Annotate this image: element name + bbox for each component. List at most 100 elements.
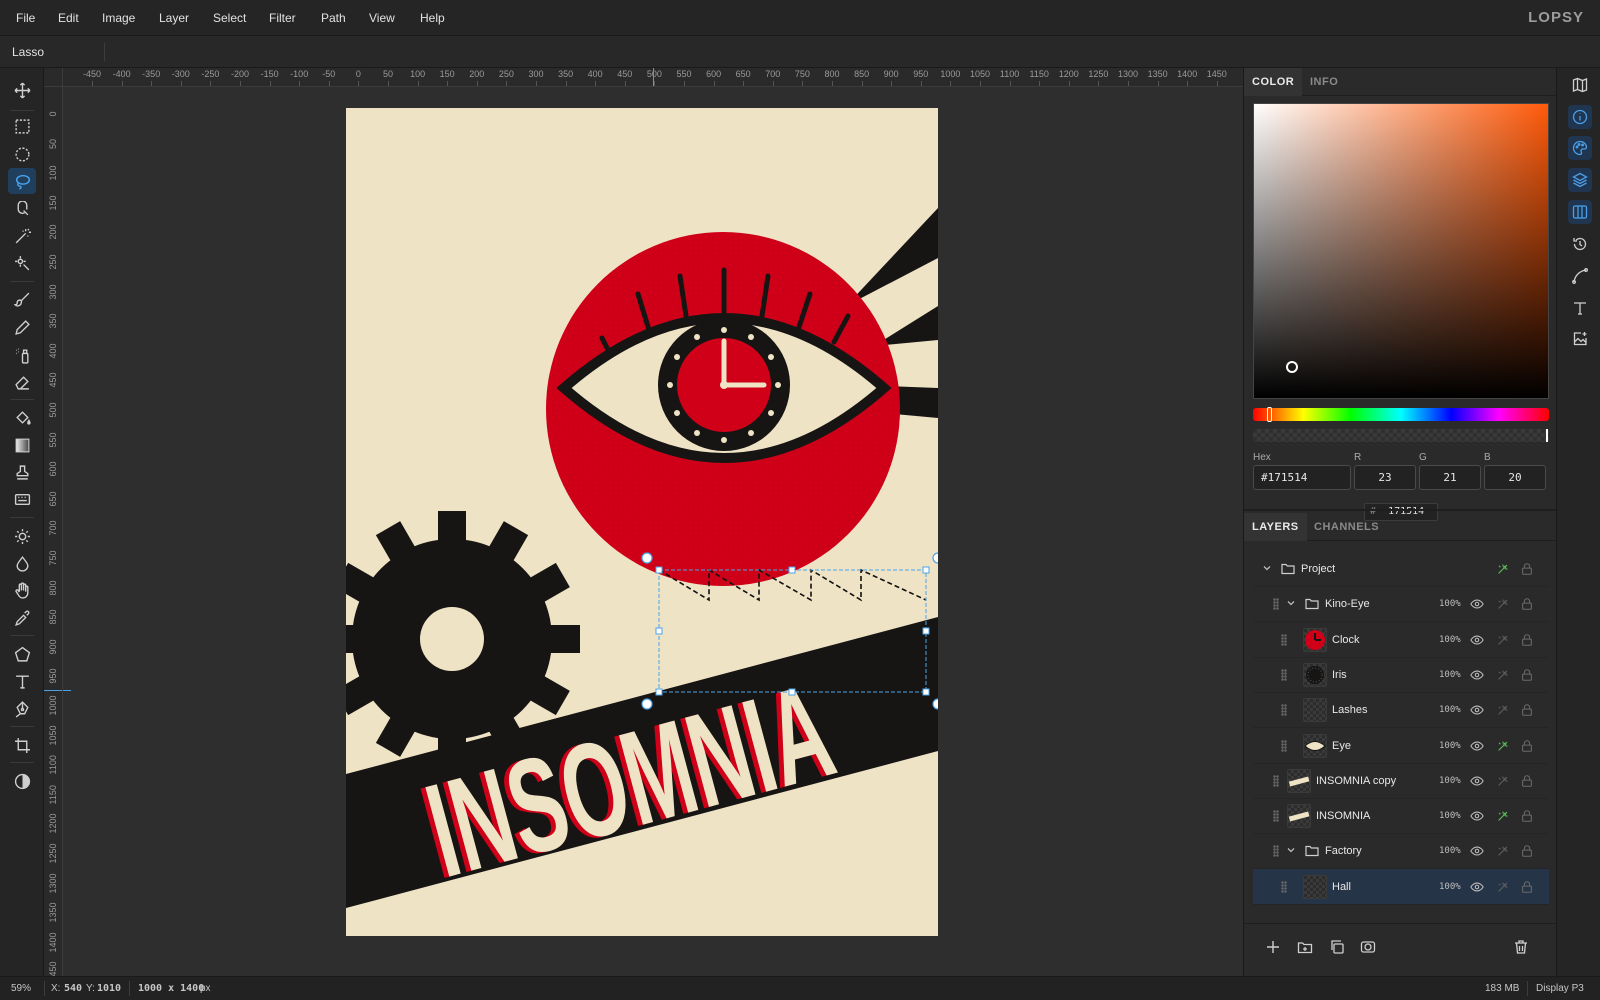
zoom-level[interactable]: 59% bbox=[11, 977, 31, 1000]
layer-row-clock[interactable]: Clock 100% bbox=[1253, 622, 1549, 658]
menu-filter[interactable]: Filter bbox=[269, 0, 296, 36]
alpha-slider-handle[interactable] bbox=[1546, 429, 1548, 442]
layer-opacity[interactable]: 100% bbox=[1439, 657, 1461, 693]
eye-visibility-icon[interactable] bbox=[1470, 739, 1484, 753]
vertical-ruler[interactable]: 0 50 100 150 200 250 300 350 400 450 500 550 600 650 7… bbox=[44, 87, 63, 976]
drag-handle-icon[interactable] bbox=[1273, 845, 1279, 858]
lock-icon[interactable] bbox=[1520, 633, 1534, 647]
eye-visibility-icon[interactable] bbox=[1470, 774, 1484, 788]
duplicate-layer-icon[interactable] bbox=[1329, 939, 1345, 955]
new-group-icon[interactable] bbox=[1297, 939, 1313, 955]
layer-name[interactable]: Eye bbox=[1332, 728, 1351, 764]
effects-icon[interactable] bbox=[1496, 597, 1510, 611]
effects-icon[interactable] bbox=[1496, 809, 1510, 823]
layer-name[interactable]: Project bbox=[1301, 551, 1335, 587]
eye-visibility-icon[interactable] bbox=[1470, 668, 1484, 682]
layer-row-hall[interactable]: Hall 100% bbox=[1253, 868, 1549, 905]
effects-icon[interactable] bbox=[1496, 774, 1510, 788]
layer-opacity[interactable]: 100% bbox=[1439, 728, 1461, 764]
stamp-tool[interactable] bbox=[8, 459, 36, 485]
layer-row-lashes[interactable]: Lashes 100% bbox=[1253, 692, 1549, 729]
layer-row-iris[interactable]: Iris 100% bbox=[1253, 657, 1549, 693]
eye-visibility-icon[interactable] bbox=[1470, 880, 1484, 894]
history-button[interactable] bbox=[1568, 232, 1592, 256]
lasso-tool[interactable] bbox=[8, 168, 36, 194]
drag-handle-icon[interactable] bbox=[1281, 668, 1287, 681]
layer-name[interactable]: Clock bbox=[1332, 622, 1360, 658]
pattern-tool[interactable] bbox=[8, 486, 36, 512]
lock-icon[interactable] bbox=[1520, 597, 1534, 611]
layer-name[interactable]: INSOMNIA copy bbox=[1316, 763, 1396, 799]
pen-tool[interactable] bbox=[8, 696, 36, 722]
eye-visibility-icon[interactable] bbox=[1470, 633, 1484, 647]
spray-tool[interactable] bbox=[8, 342, 36, 368]
drag-handle-icon[interactable] bbox=[1273, 810, 1279, 823]
move-tool[interactable] bbox=[8, 77, 36, 103]
saturation-value-picker[interactable] bbox=[1253, 103, 1549, 399]
brush-tool[interactable] bbox=[8, 286, 36, 312]
layer-opacity[interactable]: 100% bbox=[1439, 833, 1461, 869]
hue-slider[interactable] bbox=[1253, 407, 1549, 422]
lock-icon[interactable] bbox=[1520, 739, 1534, 753]
chevron-down-icon[interactable] bbox=[1285, 597, 1297, 609]
pencil-tool[interactable] bbox=[8, 314, 36, 340]
layers-button[interactable] bbox=[1568, 168, 1592, 192]
layer-row-insomnia[interactable]: INSOMNIA 100% bbox=[1253, 798, 1549, 835]
magnetic-lasso-tool[interactable] bbox=[8, 196, 36, 222]
type-tool[interactable] bbox=[8, 668, 36, 694]
eyedropper-tool[interactable] bbox=[8, 605, 36, 631]
magic-wand-tool[interactable] bbox=[8, 223, 36, 249]
effects-icon[interactable] bbox=[1496, 633, 1510, 647]
info-button[interactable] bbox=[1568, 105, 1592, 129]
chevron-down-icon[interactable] bbox=[1285, 844, 1297, 856]
crop-tool[interactable] bbox=[8, 732, 36, 758]
layer-row-insomnia-copy[interactable]: INSOMNIA copy 100% bbox=[1253, 763, 1549, 799]
menu-image[interactable]: Image bbox=[102, 0, 135, 36]
blur-tool[interactable] bbox=[8, 550, 36, 576]
color-button[interactable] bbox=[1568, 136, 1592, 160]
guide-line[interactable] bbox=[63, 690, 71, 691]
gradient-tool[interactable] bbox=[8, 432, 36, 458]
image-adjust-button[interactable] bbox=[1568, 327, 1592, 351]
navigator-button[interactable] bbox=[1568, 73, 1592, 97]
quick-select-tool[interactable] bbox=[8, 250, 36, 276]
canvas-viewport[interactable]: INSOMNIA INSOMNIA bbox=[63, 87, 1243, 976]
lock-icon[interactable] bbox=[1520, 774, 1534, 788]
artboard[interactable]: INSOMNIA INSOMNIA bbox=[346, 108, 938, 936]
horizontal-ruler[interactable]: -450 -400 -350 -300 -250 -200 -150 -100 -50 0 50 10… bbox=[63, 68, 1243, 87]
layer-name[interactable]: Kino-Eye bbox=[1325, 586, 1370, 622]
tab-info[interactable]: INFO bbox=[1302, 68, 1346, 96]
layer-opacity[interactable]: 100% bbox=[1439, 798, 1461, 834]
layer-row-factory[interactable]: Factory 100% bbox=[1253, 833, 1549, 870]
g-input[interactable]: 21 bbox=[1419, 465, 1481, 490]
mask-mode[interactable] bbox=[8, 768, 36, 794]
layer-name[interactable]: INSOMNIA bbox=[1316, 798, 1370, 834]
layer-name[interactable]: Factory bbox=[1325, 833, 1362, 869]
tab-color[interactable]: COLOR bbox=[1244, 68, 1303, 96]
effects-icon[interactable] bbox=[1496, 739, 1510, 753]
menu-layer[interactable]: Layer bbox=[159, 0, 189, 36]
delete-layer-icon[interactable] bbox=[1513, 939, 1529, 955]
shape-tool[interactable] bbox=[8, 641, 36, 667]
rect-marquee-tool[interactable] bbox=[8, 113, 36, 139]
menu-help[interactable]: Help bbox=[420, 0, 445, 36]
layer-opacity[interactable]: 100% bbox=[1439, 869, 1461, 905]
hue-slider-handle[interactable] bbox=[1267, 407, 1272, 422]
effects-icon[interactable] bbox=[1496, 668, 1510, 682]
lock-icon[interactable] bbox=[1520, 562, 1534, 576]
layer-opacity[interactable]: 100% bbox=[1439, 763, 1461, 799]
eye-visibility-icon[interactable] bbox=[1470, 844, 1484, 858]
effects-icon[interactable] bbox=[1496, 562, 1510, 576]
lock-icon[interactable] bbox=[1520, 809, 1534, 823]
lock-icon[interactable] bbox=[1520, 703, 1534, 717]
ellipse-marquee-tool[interactable] bbox=[8, 141, 36, 167]
lock-icon[interactable] bbox=[1520, 880, 1534, 894]
layer-row-eye[interactable]: Eye 100% bbox=[1253, 728, 1549, 764]
character-button[interactable] bbox=[1568, 296, 1592, 320]
tab-layers[interactable]: LAYERS bbox=[1244, 513, 1307, 541]
menu-edit[interactable]: Edit bbox=[58, 0, 79, 36]
menu-select[interactable]: Select bbox=[213, 0, 246, 36]
smudge-tool[interactable] bbox=[8, 577, 36, 603]
r-input[interactable]: 23 bbox=[1354, 465, 1416, 490]
hex-input[interactable]: #171514 bbox=[1253, 465, 1351, 490]
